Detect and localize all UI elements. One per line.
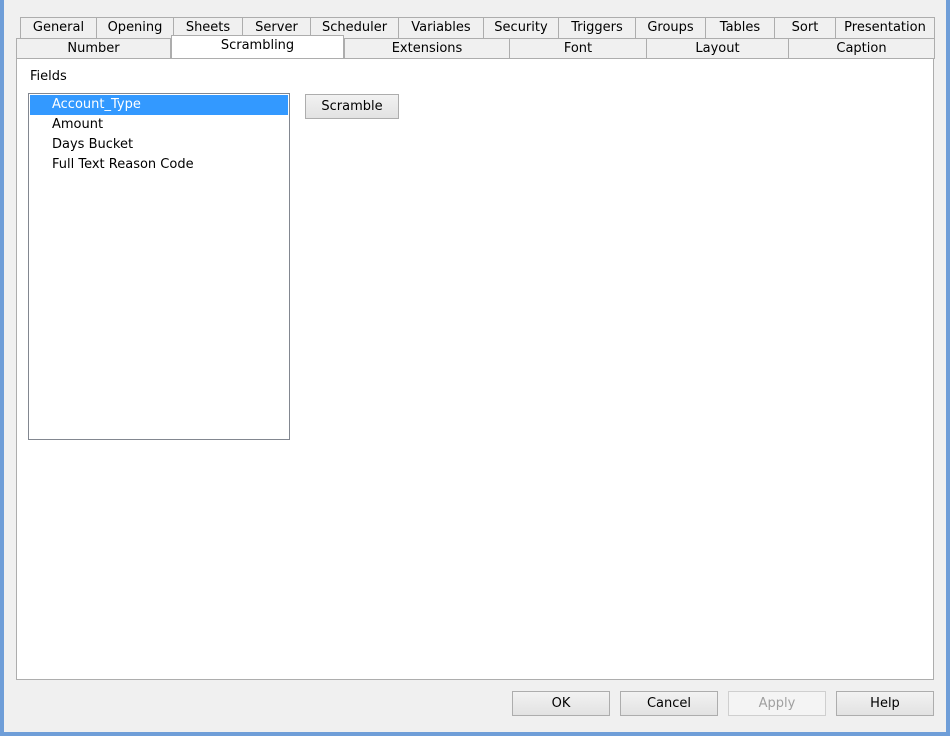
help-button[interactable]: Help [836,691,934,716]
fields-listbox[interactable]: Account_Type Amount Days Bucket Full Tex… [28,93,290,440]
list-item-days-bucket[interactable]: Days Bucket [30,135,288,155]
tab-layout[interactable]: Layout [646,38,789,59]
tab-sort[interactable]: Sort [774,17,836,38]
tab-triggers[interactable]: Triggers [558,17,636,38]
tab-variables[interactable]: Variables [398,17,484,38]
dialog-window: General Opening Sheets Server Scheduler … [0,0,950,736]
tab-scrambling[interactable]: Scrambling [171,35,344,58]
scramble-button[interactable]: Scramble [305,94,399,119]
tab-opening[interactable]: Opening [96,17,174,38]
fields-label: Fields [30,69,67,84]
tab-number[interactable]: Number [16,38,171,59]
cancel-button[interactable]: Cancel [620,691,718,716]
tab-font[interactable]: Font [509,38,647,59]
list-item-amount[interactable]: Amount [30,115,288,135]
tab-extensions[interactable]: Extensions [344,38,510,59]
tab-general[interactable]: General [20,17,97,38]
tab-tables[interactable]: Tables [705,17,775,38]
list-item-full-text-reason-code[interactable]: Full Text Reason Code [30,155,288,175]
tab-groups[interactable]: Groups [635,17,706,38]
tab-caption[interactable]: Caption [788,38,935,59]
ok-button[interactable]: OK [512,691,610,716]
tab-presentation[interactable]: Presentation [835,17,935,38]
list-item-account-type[interactable]: Account_Type [30,95,288,115]
tab-security[interactable]: Security [483,17,559,38]
apply-button[interactable]: Apply [728,691,826,716]
scrambling-panel: Fields Account_Type Amount Days Bucket F… [16,58,934,680]
